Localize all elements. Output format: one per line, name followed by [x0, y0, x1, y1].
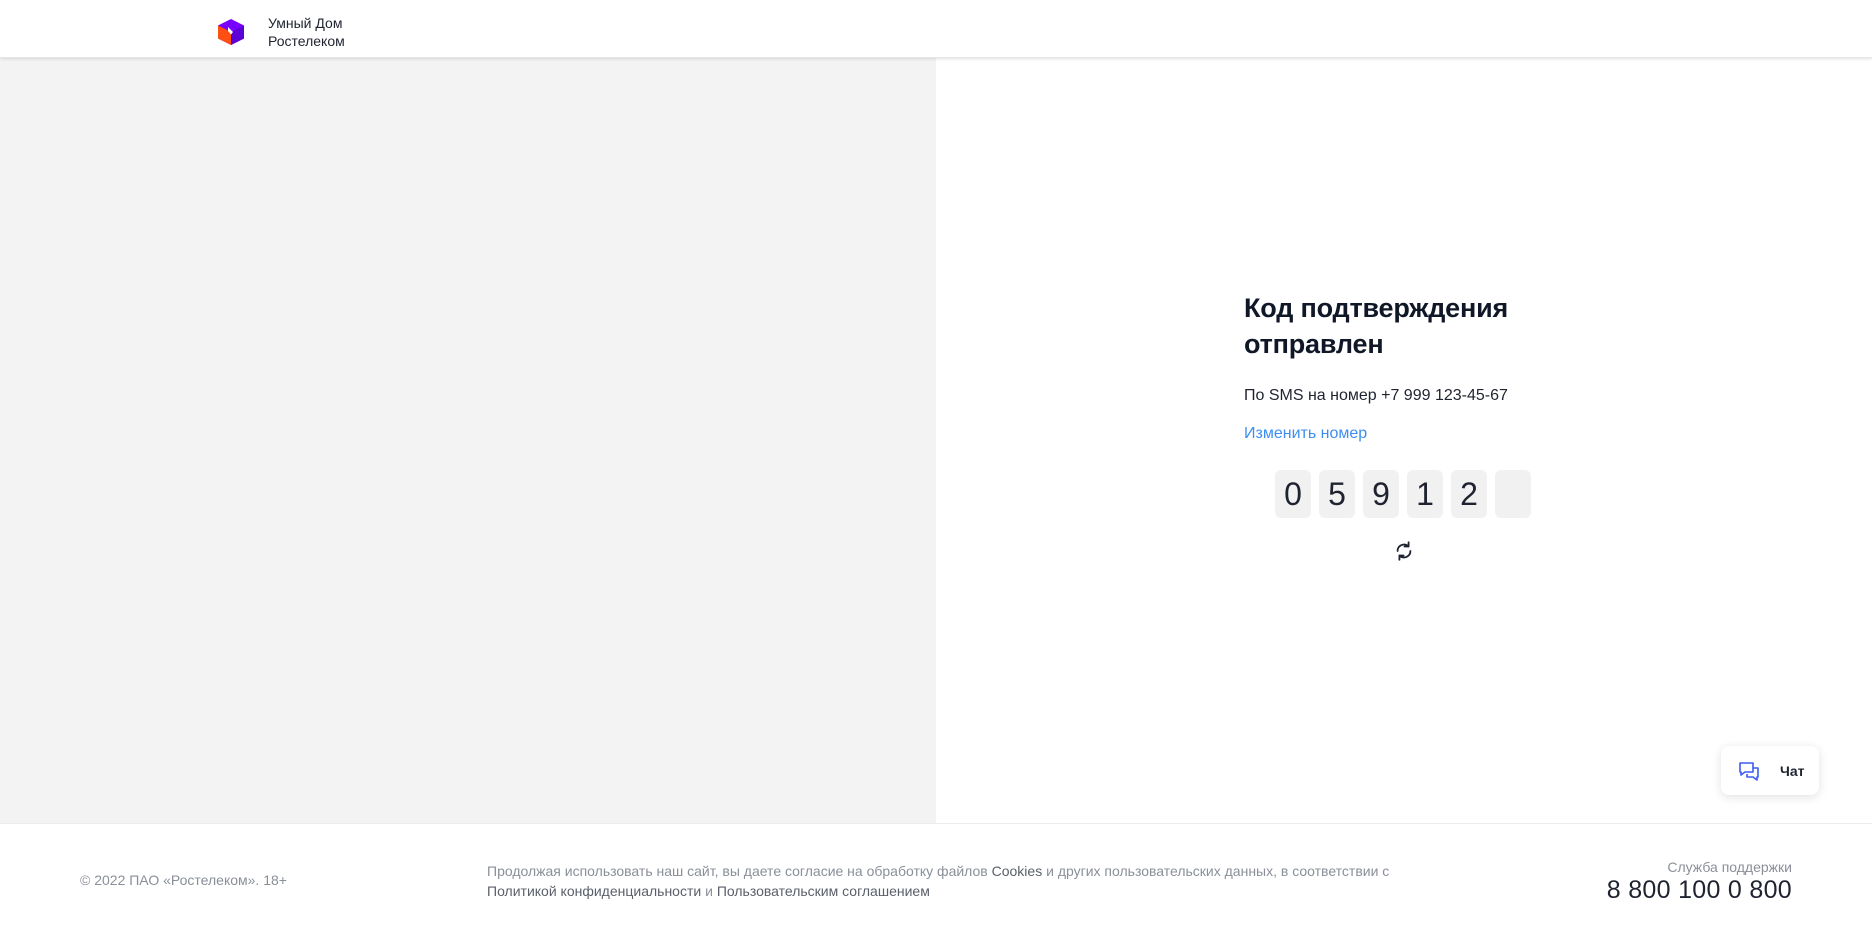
refresh-icon[interactable] — [1393, 540, 1415, 562]
logo-line-1: Умный Дом — [268, 15, 343, 31]
code-input-group: 0 5 9 1 2 — [1275, 470, 1531, 518]
cookies-link[interactable]: Cookies — [992, 863, 1043, 879]
user-agreement-link[interactable]: Пользовательским соглашением — [717, 883, 930, 899]
code-digit-6[interactable] — [1495, 470, 1531, 518]
sms-info-text: По SMS на номер +7 999 123-45-67 — [1244, 387, 1508, 404]
code-digit-2[interactable]: 5 — [1319, 470, 1355, 518]
code-digit-4[interactable]: 1 — [1407, 470, 1443, 518]
code-digit-3[interactable]: 9 — [1363, 470, 1399, 518]
copyright-text: © 2022 ПАО «Ростелеком». 18+ — [80, 872, 287, 888]
left-panel — [0, 58, 936, 823]
consent-prefix: Продолжая использовать наш сайт, вы дает… — [487, 863, 992, 879]
consent-and: и — [701, 883, 717, 899]
consent-middle: и других пользовательских данных, в соот… — [1042, 863, 1390, 879]
chat-bubbles-icon — [1737, 759, 1761, 783]
privacy-policy-link[interactable]: Политикой конфиденциальности — [487, 883, 701, 899]
logo-text: Умный Дом Ростелеком — [268, 14, 345, 50]
chat-button[interactable]: Чат — [1721, 746, 1819, 795]
chat-label: Чат — [1780, 762, 1805, 779]
support-phone-link[interactable]: 8 800 100 0 800 — [1607, 876, 1792, 905]
code-digit-5[interactable]: 2 — [1451, 470, 1487, 518]
support-label: Служба поддержки — [1667, 859, 1792, 875]
code-digit-1[interactable]: 0 — [1275, 470, 1311, 518]
logo-link[interactable]: Умный Дом Ростелеком — [216, 14, 345, 50]
verification-card: Код подтверждения отправлен По SMS на но… — [1244, 290, 1564, 444]
rostelecom-cube-icon — [216, 18, 246, 46]
change-number-link[interactable]: Изменить номер — [1244, 424, 1367, 444]
logo-line-2: Ростелеком — [268, 33, 345, 49]
site-header: Умный Дом Ростелеком — [0, 0, 1872, 58]
page-title: Код подтверждения отправлен — [1244, 293, 1509, 359]
site-footer: © 2022 ПАО «Ростелеком». 18+ Продолжая и… — [0, 823, 1872, 936]
consent-text: Продолжая использовать наш сайт, вы дает… — [487, 861, 1407, 901]
